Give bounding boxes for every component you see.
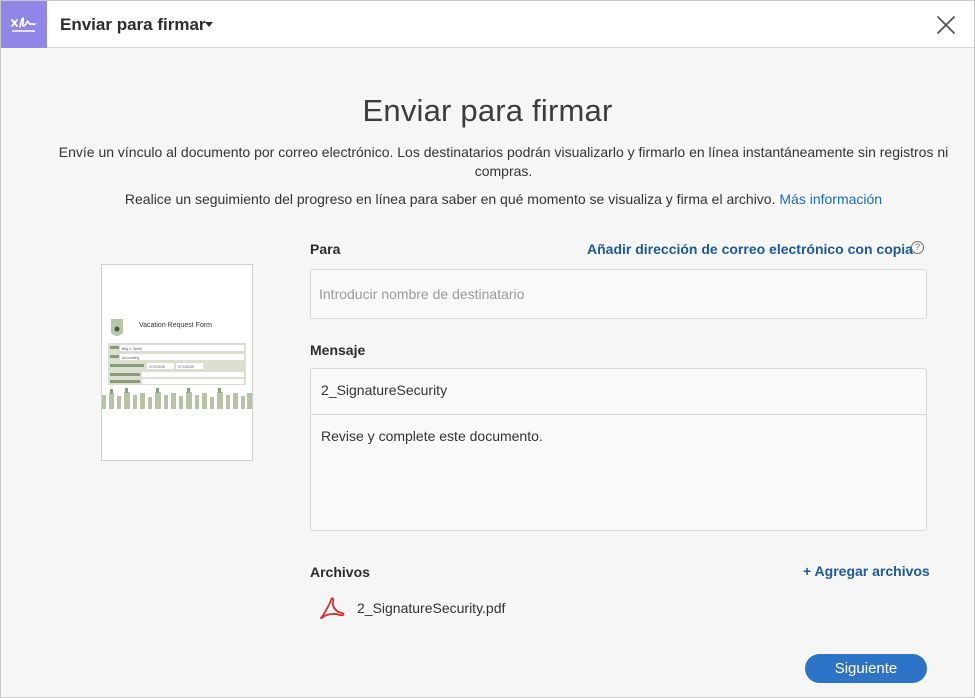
- page-title: Enviar para firmar: [362, 93, 613, 128]
- thumbnail-field-dept: Accounting: [122, 356, 139, 360]
- recipient-field[interactable]: [310, 269, 927, 319]
- thumbnail-field-name: Billy J. Smith: [122, 347, 142, 351]
- add-cc-email-link[interactable]: Añadir dirección de correo electrónico c…: [587, 241, 913, 257]
- tracking-description-text: Realice un seguimiento del progreso en l…: [124, 191, 776, 207]
- thumbnail-field-end: 07/14/2019: [178, 365, 194, 369]
- description-text: Envíe un vínculo al documento por correo…: [58, 144, 949, 179]
- document-thumbnail: Vacation Request Form Billy J. Smith Acc…: [101, 264, 253, 461]
- thumbnail-field-start: 07/10/2019: [149, 365, 165, 369]
- tracking-description: Realice un seguimiento del progreso en l…: [1, 190, 975, 209]
- to-label: Para: [310, 241, 341, 257]
- message-body-input[interactable]: Revise y complete este documento.: [311, 415, 926, 530]
- file-name: 2_SignatureSecurity.pdf: [357, 600, 506, 616]
- thumbnail-form-title: Vacation Request Form: [139, 322, 212, 329]
- send-for-signature-window: Enviar para firmar Enviar para firmar En…: [0, 0, 975, 698]
- message-label: Mensaje: [310, 342, 366, 358]
- close-icon[interactable]: [935, 14, 957, 36]
- chevron-down-icon[interactable]: [205, 22, 213, 27]
- pdf-icon: [320, 597, 345, 620]
- message-box: 2_SignatureSecurity Revise y complete es…: [310, 368, 927, 531]
- signature-icon: [11, 17, 36, 32]
- file-list-item[interactable]: 2_SignatureSecurity.pdf: [319, 595, 505, 621]
- message-subject-input[interactable]: 2_SignatureSecurity: [311, 369, 926, 415]
- recipient-input[interactable]: [311, 270, 926, 318]
- files-label: Archivos: [310, 564, 370, 580]
- add-files-button[interactable]: + Agregar archivos: [803, 563, 930, 579]
- header-bar: Enviar para firmar: [1, 1, 974, 48]
- more-info-link[interactable]: Más información: [779, 191, 882, 207]
- help-icon[interactable]: ?: [911, 241, 924, 254]
- header-title[interactable]: Enviar para firmar: [60, 15, 206, 35]
- fill-sign-app-badge: [1, 1, 47, 48]
- document-preview: Vacation Request Form Billy J. Smith Acc…: [102, 265, 252, 460]
- close-button[interactable]: [935, 14, 957, 36]
- next-button[interactable]: Siguiente: [805, 654, 927, 683]
